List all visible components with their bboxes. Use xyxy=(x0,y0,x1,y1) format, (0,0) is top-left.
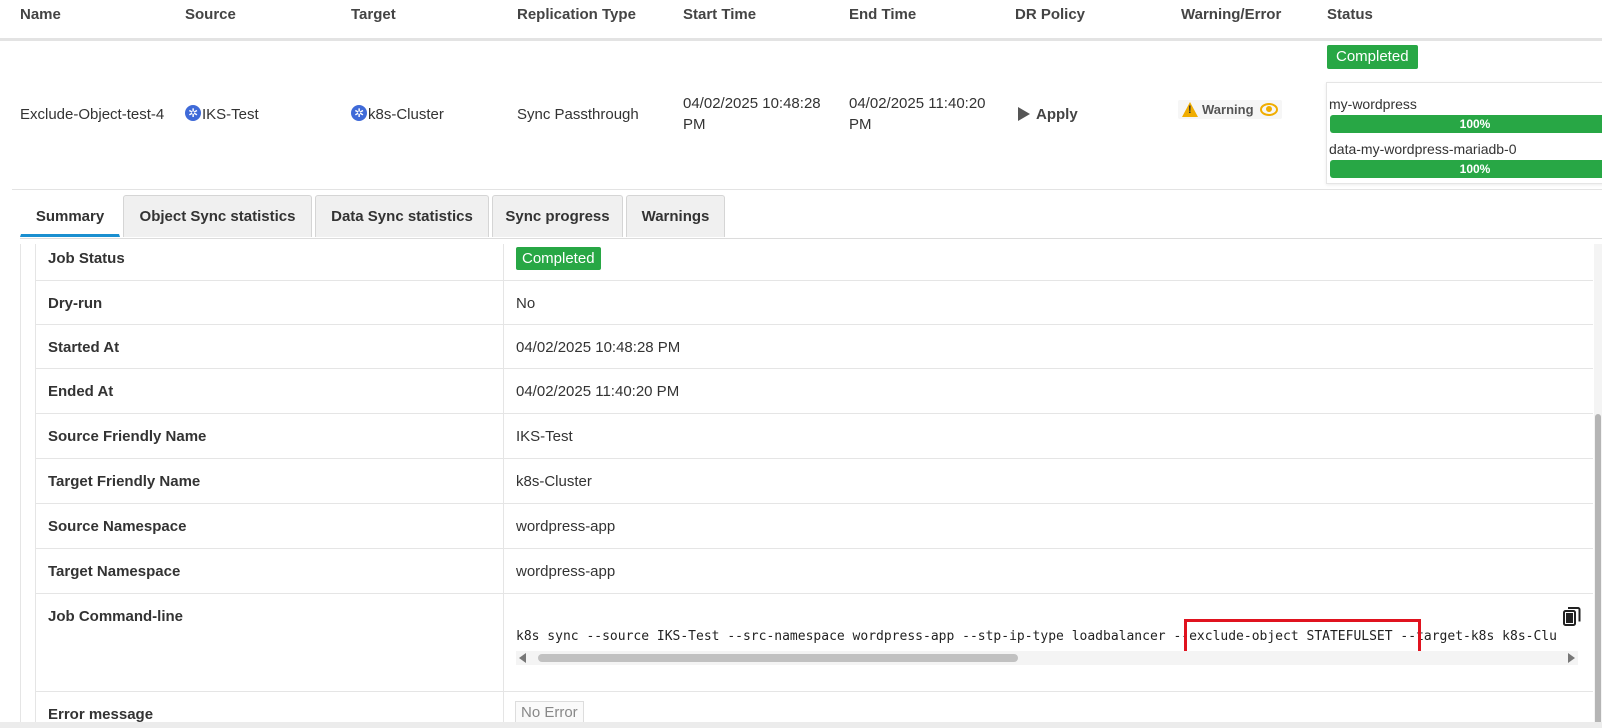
row-label: Job Status xyxy=(48,250,125,267)
row-value: 04/02/2025 10:48:28 PM xyxy=(516,339,681,356)
row-label: Started At xyxy=(48,339,120,356)
divider xyxy=(20,244,21,728)
col-warning-error[interactable]: Warning/Error xyxy=(1181,6,1281,23)
col-dr-policy[interactable]: DR Policy xyxy=(1015,6,1085,23)
job-name: Exclude-Object-test-4 xyxy=(20,106,165,123)
col-name[interactable]: Name xyxy=(20,6,61,23)
kubernetes-icon: ✲ xyxy=(351,105,367,121)
table-row: Ended At 04/02/2025 11:40:20 PM xyxy=(36,369,1593,414)
row-label: Target Namespace xyxy=(48,563,181,580)
col-source[interactable]: Source xyxy=(185,6,236,23)
job-end-time: 04/02/2025 11:40:20 PM xyxy=(849,95,986,133)
table-row: Started At 04/02/2025 10:48:28 PM xyxy=(36,325,1593,369)
row-label: Target Friendly Name xyxy=(48,473,201,490)
progress-bar: 100% xyxy=(1330,115,1602,133)
table-header: Name Source Target Replication Type Star… xyxy=(0,0,1602,41)
row-value: wordpress-app xyxy=(516,563,616,580)
play-icon xyxy=(1018,107,1030,121)
progress-label: data-my-wordpress-mariadb-0 xyxy=(1329,141,1517,157)
scroll-left-icon[interactable] xyxy=(519,653,526,663)
row-label: Ended At xyxy=(48,383,114,400)
scrollbar-thumb[interactable] xyxy=(1595,414,1601,728)
row-value: k8s-Cluster xyxy=(516,473,592,490)
progress-panel: my-wordpress 100% data-my-wordpress-mari… xyxy=(1326,82,1602,184)
col-target[interactable]: Target xyxy=(351,6,396,23)
tab-sync-progress[interactable]: Sync progress xyxy=(492,195,623,237)
row-label: Source Friendly Name xyxy=(48,428,207,445)
scrollbar-thumb[interactable] xyxy=(538,654,1018,662)
table-row: Target Friendly Name k8s-Cluster xyxy=(36,459,1593,504)
eye-icon[interactable] xyxy=(1259,103,1278,116)
table-row: Dry-run No xyxy=(36,281,1593,325)
warning-badge[interactable]: Warning xyxy=(1178,100,1282,119)
scroll-right-icon[interactable] xyxy=(1568,653,1575,663)
table-row: Source Friendly Name IKS-Test xyxy=(36,414,1593,459)
table-row: Source Namespace wordpress-app xyxy=(36,504,1593,549)
row-label: Error message xyxy=(48,706,154,723)
tab-summary[interactable]: Summary xyxy=(20,195,120,237)
table-row: Target Namespace wordpress-app xyxy=(36,549,1593,594)
tab-object-sync-statistics[interactable]: Object Sync statistics xyxy=(123,195,312,237)
col-end-time[interactable]: End Time xyxy=(849,6,916,23)
divider xyxy=(12,189,1602,190)
job-target: ✲ k8s-Cluster xyxy=(351,104,444,125)
col-replication-type[interactable]: Replication Type xyxy=(517,6,636,23)
job-source: ✲ IKS-Test xyxy=(185,104,259,125)
column-divider xyxy=(503,244,504,728)
progress-bar: 100% xyxy=(1330,160,1602,178)
error-message-value: No Error xyxy=(515,701,584,724)
job-replication-type: Sync Passthrough xyxy=(517,106,639,123)
progress-fill: 100% xyxy=(1330,160,1602,178)
table-row: Job Status Completed xyxy=(36,244,1593,281)
row-value: IKS-Test xyxy=(516,428,573,445)
progress-label: my-wordpress xyxy=(1329,96,1417,112)
col-start-time[interactable]: Start Time xyxy=(683,6,756,23)
tab-bar: Summary Object Sync statistics Data Sync… xyxy=(20,195,1602,239)
warning-icon xyxy=(1182,102,1198,117)
progress-fill: 100% xyxy=(1330,115,1602,133)
dr-policy-apply-button[interactable]: Apply xyxy=(1018,104,1078,125)
row-value: 04/02/2025 11:40:20 PM xyxy=(516,383,680,400)
bottom-bar xyxy=(0,722,1602,728)
tab-data-sync-statistics[interactable]: Data Sync statistics xyxy=(315,195,489,237)
copy-icon[interactable] xyxy=(1563,607,1581,627)
row-value: No xyxy=(516,295,536,312)
row-value: wordpress-app xyxy=(516,518,616,535)
job-status-badge: Completed xyxy=(1327,45,1418,69)
row-label: Dry-run xyxy=(48,295,103,312)
row-label: Job Command-line xyxy=(48,608,184,625)
kubernetes-icon: ✲ xyxy=(185,105,201,121)
job-status-badge: Completed xyxy=(516,247,601,270)
row-label: Source Namespace xyxy=(48,518,187,535)
horizontal-scrollbar[interactable] xyxy=(516,651,1578,665)
vertical-scrollbar[interactable] xyxy=(1594,244,1602,728)
job-start-time: 04/02/2025 10:48:28 PM xyxy=(683,95,821,133)
col-status[interactable]: Status xyxy=(1327,6,1373,23)
tab-warnings[interactable]: Warnings xyxy=(626,195,725,237)
